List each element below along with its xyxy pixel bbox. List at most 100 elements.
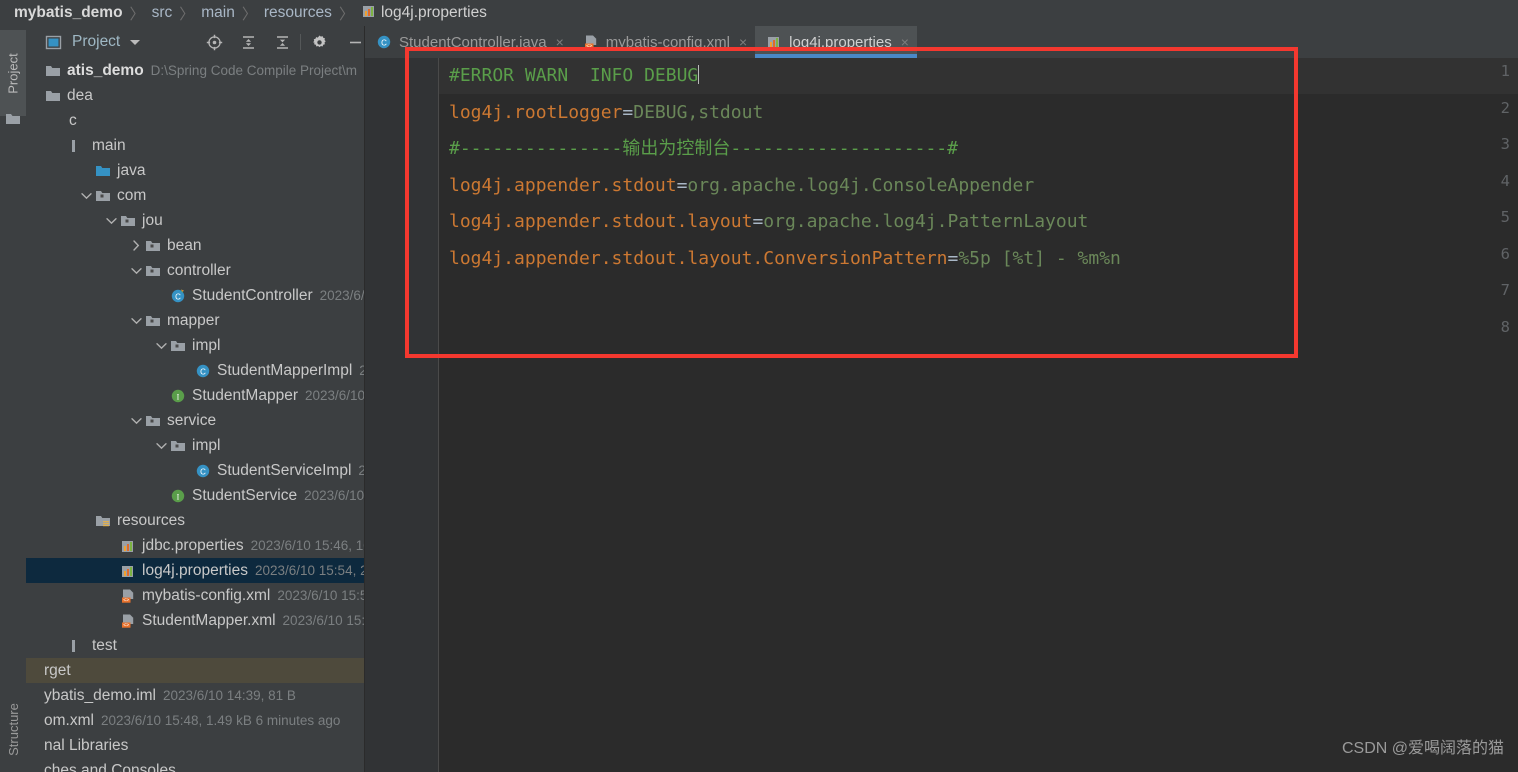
tree-row[interactable]: controller xyxy=(26,258,364,283)
expand-all-icon[interactable] xyxy=(237,31,259,53)
tree-row[interactable]: ches and Consoles xyxy=(26,758,364,772)
gear-icon[interactable] xyxy=(308,31,330,53)
tree-row[interactable]: test xyxy=(26,633,364,658)
breadcrumb: mybatis_demo 〉 src 〉 main 〉 resources 〉 … xyxy=(0,0,1518,26)
tree-row[interactable]: java xyxy=(26,158,364,183)
tree-arrow-placeholder xyxy=(28,63,44,79)
watermark: CSDN @爱喝阔落的猫 xyxy=(1341,740,1504,757)
tree-row-label: jou xyxy=(142,211,163,229)
tree-row[interactable]: nal Libraries xyxy=(26,733,364,758)
project-toolbar: Project xyxy=(26,26,370,58)
minimize-icon[interactable] xyxy=(344,31,366,53)
tree-row[interactable]: log4j.properties 2023/6/10 15:54, 296 B , xyxy=(26,558,364,583)
tree-row[interactable]: jou xyxy=(26,208,364,233)
chevron-down-icon[interactable] xyxy=(78,188,94,204)
close-icon[interactable]: × xyxy=(901,34,909,50)
java-class-icon: C xyxy=(194,462,212,480)
tool-window-tab-project[interactable]: Project xyxy=(0,30,26,116)
tree-row[interactable]: jdbc.properties 2023/6/10 15:46, 108 B 9 xyxy=(26,533,364,558)
code-editor[interactable]: 12345678 #ERROR WARN INFO DEBUG log4j.roo… xyxy=(365,58,1518,772)
chevron-right-icon[interactable] xyxy=(128,238,144,254)
toolbar-divider xyxy=(300,34,301,50)
tree-row[interactable]: impl xyxy=(26,333,364,358)
tree-row-label: log4j.properties xyxy=(142,561,248,579)
module-icon xyxy=(69,137,87,155)
tree-row[interactable]: C StudentController 2023/6/10 xyxy=(26,283,364,308)
tree-row[interactable]: I StudentMapper 2023/6/10 15: xyxy=(26,383,364,408)
chevron-down-icon[interactable] xyxy=(128,313,144,329)
chevron-down-icon[interactable] xyxy=(128,413,144,429)
chevron-down-icon[interactable] xyxy=(129,34,141,51)
tree-arrow-placeholder xyxy=(178,363,194,379)
code-token: org.apache.log4j.ConsoleAppender xyxy=(687,174,1035,196)
tree-row[interactable]: rget xyxy=(26,658,364,683)
select-opened-file-icon[interactable] xyxy=(203,31,225,53)
tree-row[interactable]: mapper xyxy=(26,308,364,333)
tree-row-label: mapper xyxy=(167,311,220,329)
tree-row[interactable]: resources xyxy=(26,508,364,533)
chevron-down-icon[interactable] xyxy=(128,263,144,279)
tree-row-meta: 2023/6/10 15:4 xyxy=(304,488,364,503)
tree-row[interactable]: com xyxy=(26,183,364,208)
breadcrumb-item-resources[interactable]: resources xyxy=(264,4,332,22)
chevron-down-icon[interactable] xyxy=(103,213,119,229)
editor-tab[interactable]: C StudentController.java × xyxy=(365,26,572,58)
tree-row[interactable]: bean xyxy=(26,233,364,258)
tree-row-label: rget xyxy=(44,661,71,679)
editor-tab[interactable]: log4j.properties × xyxy=(755,26,917,58)
editor-content[interactable]: #ERROR WARN INFO DEBUG log4j.rootLogger=D… xyxy=(449,58,1509,350)
package-icon xyxy=(169,337,187,355)
chevron-down-icon[interactable] xyxy=(153,338,169,354)
package-icon xyxy=(144,312,162,330)
breadcrumb-item-main[interactable]: main xyxy=(201,4,235,22)
tree-row-label: jdbc.properties xyxy=(142,536,244,554)
close-icon[interactable]: × xyxy=(556,34,564,50)
tree-row-label: com xyxy=(117,186,147,204)
chevron-down-icon[interactable] xyxy=(153,438,169,454)
tree-row[interactable]: atis_demo D:\Spring Code Compile Project\… xyxy=(26,58,364,83)
code-token: %5p [%t] - %m%n xyxy=(958,247,1121,269)
code-token: #ERROR WARN INFO DEBUG xyxy=(449,65,699,86)
code-token: log4j.rootLogger xyxy=(449,101,623,123)
tree-row[interactable]: main xyxy=(26,133,364,158)
tree-row[interactable]: <> StudentMapper.xml 2023/6/10 15:37, 89 xyxy=(26,608,364,633)
breadcrumb-item-file[interactable]: log4j.properties xyxy=(381,4,487,22)
tree-row[interactable]: om.xml 2023/6/10 15:48, 1.49 kB 6 minutes… xyxy=(26,708,364,733)
code-line: log4j.appender.stdout.layout.ConversionP… xyxy=(449,241,1509,278)
tree-row[interactable]: ybatis_demo.iml 2023/6/10 14:39, 81 B xyxy=(26,683,364,708)
code-token: = xyxy=(676,174,688,196)
project-icon xyxy=(44,62,62,80)
code-token: log4j.appender.stdout.layout xyxy=(449,211,753,232)
tree-row[interactable]: I StudentService 2023/6/10 15:4 xyxy=(26,483,364,508)
editor-tab-bar: C StudentController.java × <> mybatis-config… xyxy=(365,26,1518,58)
tree-arrow-placeholder xyxy=(103,613,119,629)
project-tree[interactable]: atis_demo D:\Spring Code Compile Project\… xyxy=(26,58,364,772)
tree-row[interactable]: service xyxy=(26,408,364,433)
breadcrumb-item-src[interactable]: src xyxy=(152,4,173,22)
tree-row-label: impl xyxy=(192,436,221,454)
tree-row-label: impl xyxy=(192,336,221,354)
tree-row[interactable]: <> mybatis-config.xml 2023/6/10 15:54, 1.0… xyxy=(26,583,364,608)
tree-row[interactable]: CStudentServiceImpl2023/( xyxy=(26,458,364,483)
tree-row[interactable]: dea xyxy=(26,83,364,108)
tree-arrow-placeholder xyxy=(28,713,44,729)
tool-window-tab-structure[interactable]: Structure xyxy=(0,686,26,772)
close-icon[interactable]: × xyxy=(739,34,747,50)
breadcrumb-separator-icon: 〉 xyxy=(129,5,145,23)
tree-row[interactable]: CStudentMapperImpl2023/ xyxy=(26,358,364,383)
svg-text:I: I xyxy=(177,392,180,401)
tree-row[interactable]: c xyxy=(26,108,364,133)
tree-row[interactable]: impl xyxy=(26,433,364,458)
tree-arrow-placeholder xyxy=(53,638,69,654)
editor-gutter-markers[interactable] xyxy=(405,58,438,772)
collapse-all-icon[interactable] xyxy=(271,31,293,53)
editor-gutter[interactable] xyxy=(365,58,405,772)
tree-row-label: bean xyxy=(167,236,202,254)
tree-arrow-placeholder xyxy=(53,113,69,129)
breadcrumb-item-project[interactable]: mybatis_demo xyxy=(14,4,123,22)
breadcrumb-separator-icon: 〉 xyxy=(179,5,195,23)
tree-row-label: ches and Consoles xyxy=(44,761,176,772)
editor-tab[interactable]: <> mybatis-config.xml × xyxy=(572,26,755,58)
java-interface-icon: I xyxy=(169,387,187,405)
